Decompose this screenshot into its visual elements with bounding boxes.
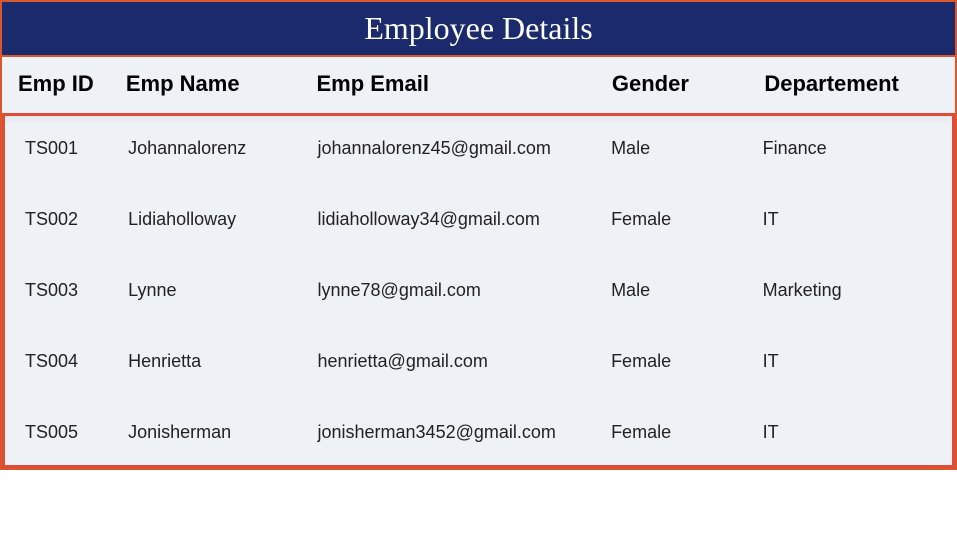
cell-emp-email: lynne78@gmail.com	[318, 262, 612, 333]
cell-emp-id: TS004	[5, 333, 128, 404]
column-header-gender: Gender	[612, 56, 764, 113]
cell-emp-email: lidiaholloway34@gmail.com	[318, 191, 612, 262]
table-row: TS004 Henrietta henrietta@gmail.com Fema…	[5, 333, 952, 404]
cell-department: IT	[763, 333, 952, 404]
employee-table: Emp ID Emp Name Emp Email Gender Departe…	[2, 55, 955, 113]
cell-gender: Female	[611, 333, 763, 404]
table-row: TS001 Johannalorenz johannalorenz45@gmai…	[5, 118, 952, 191]
cell-emp-name: Lynne	[128, 262, 317, 333]
cell-emp-email: henrietta@gmail.com	[318, 333, 612, 404]
table-row: TS003 Lynne lynne78@gmail.com Male Marke…	[5, 262, 952, 333]
employee-details-panel: Employee Details Emp ID Emp Name Emp Ema…	[0, 0, 957, 470]
column-header-emp-id: Emp ID	[2, 56, 126, 113]
cell-department: IT	[763, 191, 952, 262]
cell-gender: Female	[611, 404, 763, 465]
cell-emp-email: jonisherman3452@gmail.com	[318, 404, 612, 465]
table-body-frame: TS001 Johannalorenz johannalorenz45@gmai…	[2, 113, 955, 468]
cell-emp-name: Henrietta	[128, 333, 317, 404]
cell-emp-name: Jonisherman	[128, 404, 317, 465]
table-header-row: Emp ID Emp Name Emp Email Gender Departe…	[2, 56, 955, 113]
cell-gender: Male	[611, 118, 763, 191]
cell-gender: Female	[611, 191, 763, 262]
cell-gender: Male	[611, 262, 763, 333]
cell-department: IT	[763, 404, 952, 465]
cell-department: Finance	[763, 118, 952, 191]
cell-emp-id: TS003	[5, 262, 128, 333]
cell-emp-name: Johannalorenz	[128, 118, 317, 191]
cell-emp-email: johannalorenz45@gmail.com	[318, 118, 612, 191]
cell-department: Marketing	[763, 262, 952, 333]
table-row: TS002 Lidiaholloway lidiaholloway34@gmai…	[5, 191, 952, 262]
table-row: TS005 Jonisherman jonisherman3452@gmail.…	[5, 404, 952, 465]
page-title: Employee Details	[2, 2, 955, 55]
column-header-emp-name: Emp Name	[126, 56, 317, 113]
cell-emp-id: TS001	[5, 118, 128, 191]
column-header-department: Departement	[764, 56, 955, 113]
cell-emp-id: TS005	[5, 404, 128, 465]
cell-emp-id: TS002	[5, 191, 128, 262]
column-header-emp-email: Emp Email	[316, 56, 611, 113]
cell-emp-name: Lidiaholloway	[128, 191, 317, 262]
content-area: Emp ID Emp Name Emp Email Gender Departe…	[2, 55, 955, 468]
employee-table-body: TS001 Johannalorenz johannalorenz45@gmai…	[5, 118, 952, 465]
